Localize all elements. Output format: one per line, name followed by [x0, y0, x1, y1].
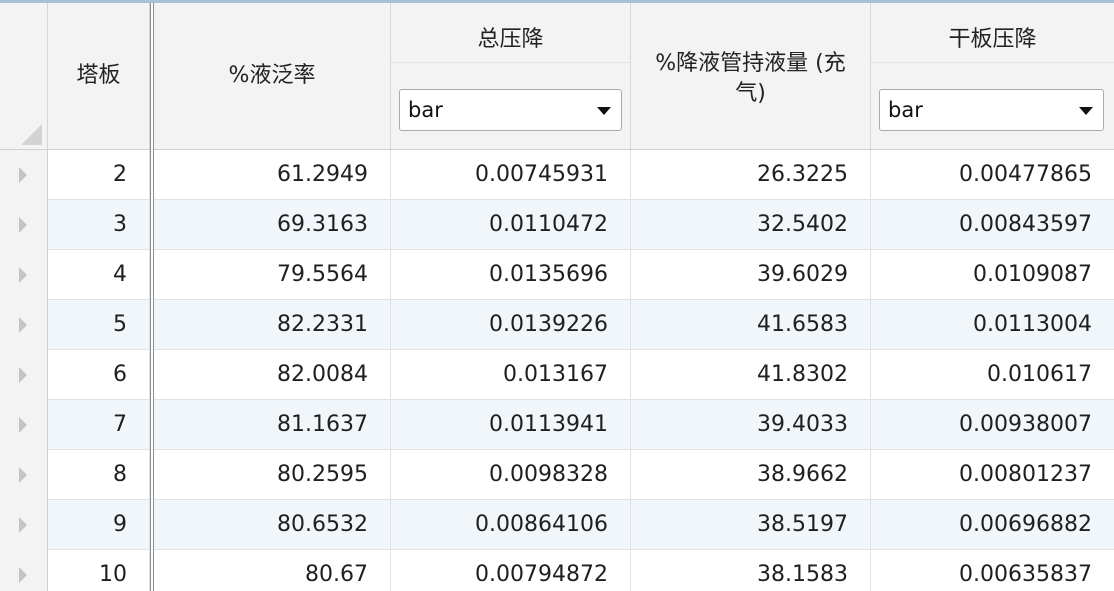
- row-selector[interactable]: [0, 150, 48, 200]
- cell-flood[interactable]: 81.1637: [154, 400, 391, 450]
- cell-total-dp[interactable]: 0.0110472: [391, 200, 631, 250]
- cell-tray[interactable]: 4: [48, 250, 150, 300]
- cell-total-dp[interactable]: 0.00864106: [391, 500, 631, 550]
- column-title-dry-dp: 干板压降: [948, 27, 1037, 52]
- row-pointer-icon: [19, 517, 27, 533]
- table-row[interactable]: 2 61.2949 0.00745931 26.3225 0.00477865: [0, 150, 1114, 200]
- grid-header: 塔板 %液泛率 总压降 bar %降液管持液量 (充气) 干板压降 bar: [0, 3, 1114, 150]
- tray-results-grid: 塔板 %液泛率 总压降 bar %降液管持液量 (充气) 干板压降 bar 26…: [0, 0, 1114, 591]
- select-all-corner[interactable]: [0, 3, 48, 149]
- cell-tray[interactable]: 8: [48, 450, 150, 500]
- cell-tray[interactable]: 9: [48, 500, 150, 550]
- cell-dry-dp[interactable]: 0.00801237: [871, 450, 1114, 500]
- cell-tray[interactable]: 6: [48, 350, 150, 400]
- column-title-dc-holdup: %降液管持液量 (充气): [655, 51, 846, 106]
- cell-tray[interactable]: 10: [48, 550, 150, 591]
- cell-dc-holdup[interactable]: 39.6029: [631, 250, 871, 300]
- dropdown-arrow-icon: [1079, 107, 1093, 115]
- total-dp-unit-value: bar: [408, 98, 443, 122]
- row-pointer-icon: [19, 367, 27, 383]
- cell-tray[interactable]: 7: [48, 400, 150, 450]
- header-divider: [871, 62, 1114, 63]
- cell-dry-dp[interactable]: 0.00477865: [871, 150, 1114, 200]
- cell-dry-dp[interactable]: 0.010617: [871, 350, 1114, 400]
- column-header-total-dp[interactable]: 总压降 bar: [391, 3, 631, 149]
- corner-triangle-icon: [21, 124, 42, 145]
- row-selector[interactable]: [0, 400, 48, 450]
- row-pointer-icon: [19, 467, 27, 483]
- cell-dry-dp[interactable]: 0.00843597: [871, 200, 1114, 250]
- cell-dc-holdup[interactable]: 38.9662: [631, 450, 871, 500]
- cell-dry-dp[interactable]: 0.0109087: [871, 250, 1114, 300]
- table-row[interactable]: 7 81.1637 0.0113941 39.4033 0.00938007: [0, 400, 1114, 450]
- cell-flood[interactable]: 61.2949: [154, 150, 391, 200]
- column-header-dc-holdup[interactable]: %降液管持液量 (充气): [631, 3, 871, 149]
- cell-dry-dp[interactable]: 0.00635837: [871, 550, 1114, 591]
- cell-dc-holdup[interactable]: 41.6583: [631, 300, 871, 350]
- cell-tray[interactable]: 3: [48, 200, 150, 250]
- row-selector[interactable]: [0, 250, 48, 300]
- row-pointer-icon: [19, 417, 27, 433]
- cell-dc-holdup[interactable]: 38.5197: [631, 500, 871, 550]
- cell-total-dp[interactable]: 0.0139226: [391, 300, 631, 350]
- cell-dc-holdup[interactable]: 38.1583: [631, 550, 871, 591]
- table-row[interactable]: 5 82.2331 0.0139226 41.6583 0.0113004: [0, 300, 1114, 350]
- table-row[interactable]: 9 80.6532 0.00864106 38.5197 0.00696882: [0, 500, 1114, 550]
- cell-dry-dp[interactable]: 0.0113004: [871, 300, 1114, 350]
- cell-dry-dp[interactable]: 0.00938007: [871, 400, 1114, 450]
- cell-dc-holdup[interactable]: 41.8302: [631, 350, 871, 400]
- cell-total-dp[interactable]: 0.00794872: [391, 550, 631, 591]
- row-selector[interactable]: [0, 200, 48, 250]
- column-header-tray[interactable]: 塔板: [48, 3, 150, 149]
- cell-flood[interactable]: 82.2331: [154, 300, 391, 350]
- cell-flood[interactable]: 79.5564: [154, 250, 391, 300]
- row-pointer-icon: [19, 267, 27, 283]
- column-title-flood: %液泛率: [228, 63, 316, 88]
- total-dp-unit-select[interactable]: bar: [399, 89, 622, 131]
- column-title-tray: 塔板: [76, 63, 121, 88]
- row-selector[interactable]: [0, 350, 48, 400]
- cell-flood[interactable]: 80.67: [154, 550, 391, 591]
- cell-total-dp[interactable]: 0.013167: [391, 350, 631, 400]
- cell-dc-holdup[interactable]: 39.4033: [631, 400, 871, 450]
- cell-total-dp[interactable]: 0.0113941: [391, 400, 631, 450]
- cell-flood[interactable]: 69.3163: [154, 200, 391, 250]
- cell-dry-dp[interactable]: 0.00696882: [871, 500, 1114, 550]
- cell-tray[interactable]: 5: [48, 300, 150, 350]
- row-pointer-icon: [19, 217, 27, 233]
- row-pointer-icon: [19, 567, 27, 583]
- table-row[interactable]: 6 82.0084 0.013167 41.8302 0.010617: [0, 350, 1114, 400]
- table-row[interactable]: 4 79.5564 0.0135696 39.6029 0.0109087: [0, 250, 1114, 300]
- column-header-dry-dp[interactable]: 干板压降 bar: [871, 3, 1114, 149]
- cell-dc-holdup[interactable]: 32.5402: [631, 200, 871, 250]
- cell-dc-holdup[interactable]: 26.3225: [631, 150, 871, 200]
- frozen-column-divider: [150, 3, 154, 591]
- table-row[interactable]: 3 69.3163 0.0110472 32.5402 0.00843597: [0, 200, 1114, 250]
- cell-total-dp[interactable]: 0.0135696: [391, 250, 631, 300]
- table-row[interactable]: 8 80.2595 0.0098328 38.9662 0.00801237: [0, 450, 1114, 500]
- dry-dp-unit-select[interactable]: bar: [879, 89, 1104, 131]
- row-selector[interactable]: [0, 500, 48, 550]
- row-selector[interactable]: [0, 450, 48, 500]
- cell-total-dp[interactable]: 0.0098328: [391, 450, 631, 500]
- cell-flood[interactable]: 80.2595: [154, 450, 391, 500]
- cell-flood[interactable]: 80.6532: [154, 500, 391, 550]
- cell-tray[interactable]: 2: [48, 150, 150, 200]
- dropdown-arrow-icon: [597, 107, 611, 115]
- row-selector[interactable]: [0, 300, 48, 350]
- table-row[interactable]: 10 80.67 0.00794872 38.1583 0.00635837: [0, 550, 1114, 591]
- column-title-total-dp: 总压降: [477, 27, 544, 52]
- header-divider: [391, 62, 630, 63]
- row-selector[interactable]: [0, 550, 48, 591]
- cell-flood[interactable]: 82.0084: [154, 350, 391, 400]
- row-pointer-icon: [19, 317, 27, 333]
- dry-dp-unit-value: bar: [888, 98, 923, 122]
- cell-total-dp[interactable]: 0.00745931: [391, 150, 631, 200]
- column-header-flood[interactable]: %液泛率: [154, 3, 391, 149]
- row-pointer-icon: [19, 167, 27, 183]
